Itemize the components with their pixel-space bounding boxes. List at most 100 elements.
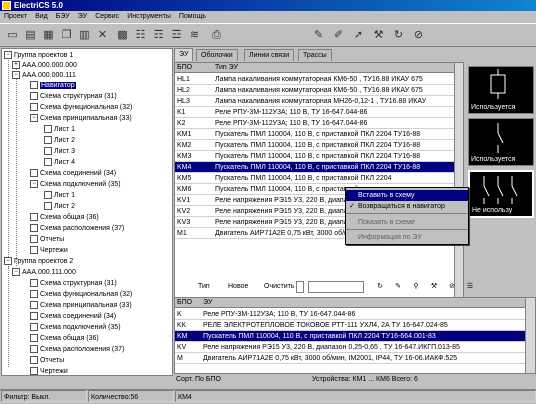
- table-row[interactable]: KM2 Пускатель ПМЛ 110004, 110 В, с приста…: [175, 140, 454, 151]
- folder-icon[interactable]: ▦: [40, 27, 57, 44]
- chart-icon[interactable]: ≋: [186, 27, 203, 44]
- menu-view[interactable]: Вид: [31, 11, 52, 22]
- tree-node[interactable]: Лист 1: [44, 125, 75, 135]
- tree-node[interactable]: Лист 2: [44, 136, 75, 146]
- clear-button[interactable]: Очистить: [264, 281, 294, 293]
- col-eu[interactable]: ЭУ: [203, 298, 212, 308]
- tree-node[interactable]: − ААА.000.111.000: [12, 268, 76, 278]
- tree-node[interactable]: Схема принципиальная (33): [30, 301, 132, 311]
- settings-icon[interactable]: ☷: [132, 27, 149, 44]
- tree-icon[interactable]: ☶: [150, 27, 167, 44]
- tree-node[interactable]: − Группа проектов 1: [4, 51, 73, 61]
- print-icon[interactable]: ⎙: [208, 27, 225, 44]
- project-tree[interactable]: − Группа проектов 1 + ААА.000.000.000 − ААА…: [1, 48, 173, 376]
- table-row[interactable]: KM Пускатель ПМЛ 110004, 110 В, с пристав…: [175, 331, 525, 342]
- tree-node[interactable]: Лист 1: [44, 191, 75, 201]
- arrow-icon[interactable]: ➚: [350, 27, 367, 44]
- tree-node[interactable]: − Схема подключений (35): [30, 180, 121, 190]
- tree-node[interactable]: − ААА.000.000.111: [12, 71, 76, 81]
- menu-help[interactable]: Помощь: [175, 11, 210, 22]
- menu-show-scheme[interactable]: Показать в схеме: [346, 217, 468, 228]
- tree-node[interactable]: Схема функциональная (32): [30, 290, 132, 300]
- tab-links[interactable]: Линии связи: [244, 49, 295, 61]
- tree-node[interactable]: − Схема принципиальная (33): [30, 114, 132, 124]
- open-icon[interactable]: ▤: [22, 27, 39, 44]
- menu-tools[interactable]: Инструменты: [123, 11, 175, 22]
- table-scrollbar[interactable]: [525, 298, 535, 373]
- list-icon[interactable]: ☰: [464, 281, 476, 293]
- preview-relay-contact[interactable]: Используется: [468, 118, 534, 166]
- tree-node[interactable]: Схема расположения (37): [30, 345, 124, 355]
- cancel-icon[interactable]: ⊘: [446, 281, 458, 293]
- grid-icon[interactable]: ▩: [114, 27, 131, 44]
- paste-icon[interactable]: ▥: [76, 27, 93, 44]
- tab-shells[interactable]: Оболочки: [196, 49, 238, 61]
- menu-service[interactable]: Сервис: [91, 11, 123, 22]
- search-icon[interactable]: [296, 281, 304, 293]
- col-type[interactable]: Тип ЭУ: [215, 63, 238, 73]
- link-icon[interactable]: ⚲: [410, 281, 422, 293]
- eu-type-table[interactable]: БПО ЭУ K Реле РПУ-3М-112У3А; 110 В, ТУ 16…: [174, 297, 536, 374]
- menu-info[interactable]: Информация по ЭУ: [346, 232, 468, 243]
- cancel-icon[interactable]: ⊘: [410, 27, 427, 44]
- tree-node[interactable]: Лист 4: [44, 158, 75, 168]
- table-row[interactable]: KM1 Пускатель ПМЛ 110004, 110 В, с приста…: [175, 129, 454, 140]
- tree-node[interactable]: Отчеты: [30, 235, 64, 245]
- col-bpo[interactable]: БПО: [177, 63, 192, 73]
- table-row[interactable]: K2 Реле РПУ-3М-112У3А; 110 В, ТУ 16-647.0…: [175, 118, 454, 129]
- tree-node[interactable]: Схема расположения (37): [30, 224, 124, 234]
- menu-return-navigator[interactable]: ✓ Возвращаться в навигатор: [346, 201, 468, 212]
- table-row[interactable]: HL2 Лампа накаливания коммутаторная КМ6-5…: [175, 85, 454, 96]
- table-icon[interactable]: ☲: [168, 27, 185, 44]
- tab-routes[interactable]: Трассы: [298, 49, 332, 61]
- table-row[interactable]: K Реле РПУ-3М-112У3А; 110 В, ТУ 16-647.04…: [175, 309, 525, 320]
- table-row[interactable]: K1 Реле РПУ-3М-112У3А; 110 В, ТУ 16-647.0…: [175, 107, 454, 118]
- new-button[interactable]: Новое: [228, 281, 248, 293]
- filter-input[interactable]: [308, 281, 364, 293]
- preview-relay-coil[interactable]: Используется: [468, 66, 534, 114]
- copy-icon[interactable]: ❐: [58, 27, 75, 44]
- type-label[interactable]: Тип: [198, 281, 210, 293]
- tool-icon[interactable]: ⚒: [428, 281, 440, 293]
- tree-node[interactable]: Лист 2: [44, 202, 75, 212]
- menu-eu[interactable]: ЭУ: [74, 11, 91, 22]
- tree-node[interactable]: Чертежи: [30, 246, 68, 256]
- edit-icon[interactable]: ✎: [392, 281, 404, 293]
- tab-eu[interactable]: ЭУ: [174, 48, 194, 61]
- tree-node[interactable]: Схема структурная (31): [30, 279, 117, 289]
- menu-project[interactable]: Проект: [0, 11, 31, 22]
- tree-node-navigator[interactable]: Навигатор: [30, 81, 76, 91]
- tree-node[interactable]: − Группа проектов 2: [4, 257, 73, 267]
- tree-node[interactable]: + ААА.000.000.000: [12, 61, 77, 71]
- tree-node[interactable]: Схема соединений (34): [30, 312, 116, 322]
- tree-node[interactable]: Схема соединений (34): [30, 169, 116, 179]
- tool-icon[interactable]: ⚒: [370, 27, 387, 44]
- tree-node[interactable]: Лист 3: [44, 147, 75, 157]
- table-row[interactable]: KK РЕЛЕ ЭЛЕКТРОТЕПЛОВОЕ ТОКОВОЕ РТТ-111 У…: [175, 320, 525, 331]
- refresh-icon[interactable]: ↻: [374, 281, 386, 293]
- cut-icon[interactable]: ✕: [94, 27, 111, 44]
- table-scrollbar[interactable]: [454, 63, 463, 297]
- menu-insert-scheme[interactable]: Вставить в схему: [346, 190, 468, 201]
- tree-node[interactable]: Чертежи: [30, 367, 68, 375]
- table-row[interactable]: M Двигатель АИР71А2Е 0,75 кВт, 3000 об/ми…: [175, 353, 525, 364]
- col-bpo[interactable]: БПО: [177, 298, 192, 308]
- pencil-icon[interactable]: ✎: [310, 27, 327, 44]
- edit-icon[interactable]: ✐: [330, 27, 347, 44]
- table-row[interactable]: KM5 Пускатель ПМЛ 110004, 110 В, с приста…: [175, 173, 454, 184]
- tree-node[interactable]: Схема общая (36): [30, 334, 99, 344]
- tree-node[interactable]: Схема общая (36): [30, 213, 99, 223]
- tree-node[interactable]: Схема функциональная (32): [30, 103, 132, 113]
- table-row[interactable]: HL3 Лампа накаливания коммутаторная МН26-…: [175, 96, 454, 107]
- tree-node[interactable]: Отчеты: [30, 356, 64, 366]
- table-row[interactable]: KM3 Пускатель ПМЛ 110004, 110 В, с приста…: [175, 151, 454, 162]
- table-row[interactable]: KV Реле напряжения РЭ15 У3, 220 В, диапаз…: [175, 342, 525, 353]
- tree-node[interactable]: Схема структурная (31): [30, 92, 117, 102]
- new-project-icon[interactable]: ▭: [4, 27, 21, 44]
- eu-table[interactable]: БПО Тип ЭУ HL1 Лампа накаливания коммутат…: [174, 62, 464, 298]
- refresh-icon[interactable]: ↻: [390, 27, 407, 44]
- preview-contacts-group[interactable]: Не использу: [468, 170, 534, 218]
- table-row[interactable]: KM4 Пускатель ПМЛ 110004, 110 В, с приста…: [175, 162, 454, 173]
- menu-beu[interactable]: БЭУ: [52, 11, 74, 22]
- table-row[interactable]: HL1 Лампа накаливания коммутаторная КМ6-5…: [175, 74, 454, 85]
